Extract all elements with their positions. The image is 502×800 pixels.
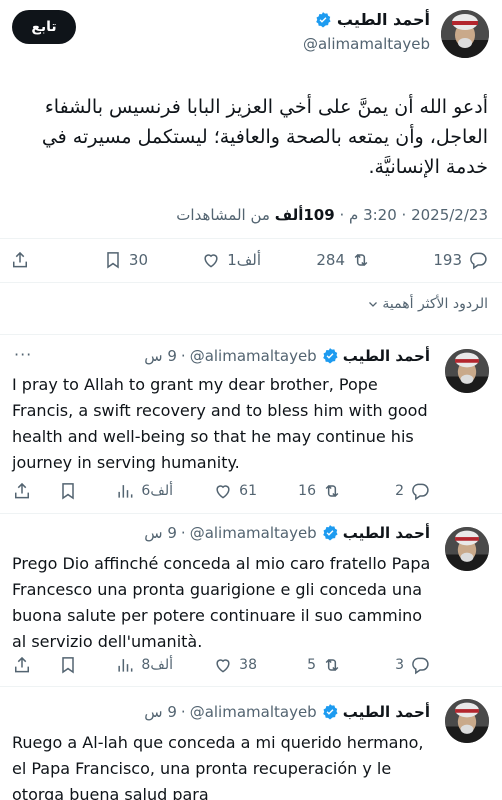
reply-icon	[412, 483, 429, 501]
follow-button[interactable]: تابع	[12, 10, 76, 44]
author-name[interactable]: أحمد الطيب	[337, 10, 430, 29]
reply-header: أحمد الطيب @alimamaltayeb · 9 س	[144, 524, 430, 542]
avatar-image	[445, 349, 489, 393]
verified-badge-icon	[321, 703, 339, 721]
reply-text: I pray to Allah to grant my dear brother…	[12, 375, 428, 472]
author-name[interactable]: أحمد الطيب	[343, 524, 430, 542]
repost-icon	[325, 484, 339, 498]
views-label: من المشاهدات	[176, 206, 270, 224]
author-name[interactable]: أحمد الطيب	[343, 703, 430, 721]
reply-count: 3	[395, 657, 404, 673]
reply-tweet[interactable]: أحمد الطيب @alimamaltayeb · 9 س ··· I pr…	[0, 335, 502, 515]
author-handle[interactable]: @alimamaltayeb	[303, 35, 430, 53]
reply-actions: 2 16 61 6ألف	[0, 480, 502, 502]
like-count: 1ألف	[227, 251, 261, 269]
reply-text: Prego Dio affinché conceda al mio caro f…	[12, 554, 431, 651]
reply-tweet[interactable]: أحمد الطيب @alimamaltayeb · 9 س Prego Di…	[0, 514, 502, 686]
reply-actions: 3 5 38 8ألف	[0, 654, 502, 676]
like-count: 38	[239, 657, 257, 673]
reply-header: أحمد الطيب @alimamaltayeb · 9 س	[144, 703, 430, 721]
reply-tweet[interactable]: أحمد الطيب @alimamaltayeb · 9 س Ruego a …	[0, 687, 502, 800]
views-count: 8ألف	[141, 657, 173, 673]
author-name-line[interactable]: أحمد الطيب	[314, 10, 430, 29]
repost-button[interactable]: 16	[298, 481, 342, 501]
like-count: 61	[239, 483, 257, 499]
author-handle[interactable]: @alimamaltayeb	[190, 347, 317, 365]
views-button[interactable]: 8ألف	[115, 655, 173, 675]
tweet-meta: 2025/2/23 · 3:20 م · 109ألف من المشاهدات	[176, 206, 488, 224]
author-handle[interactable]: @alimamaltayeb	[190, 524, 317, 542]
author-handle[interactable]: @alimamaltayeb	[190, 703, 317, 721]
bookmark-count: 30	[128, 251, 148, 269]
avatar[interactable]	[445, 699, 489, 743]
avatar[interactable]	[445, 527, 489, 571]
reply-icon	[470, 252, 487, 270]
avatar-image	[445, 527, 489, 571]
repost-button[interactable]: 5	[307, 655, 342, 675]
avatar-image	[441, 10, 489, 58]
reply-icon	[412, 657, 429, 675]
share-button[interactable]	[12, 481, 32, 501]
avatar-image	[445, 699, 489, 743]
heart-icon	[204, 254, 218, 268]
share-button[interactable]	[12, 655, 32, 675]
views-chart-icon	[118, 659, 133, 672]
sort-label: الردود الأكثر أهمية	[382, 296, 488, 312]
share-icon	[13, 251, 27, 268]
views-count: 6ألف	[141, 483, 173, 499]
avatar[interactable]	[445, 349, 489, 393]
repost-count: 284	[316, 251, 345, 269]
like-button[interactable]: 1ألف	[201, 250, 261, 270]
share-icon	[15, 656, 29, 673]
main-actions: 193 284 1ألف 30	[0, 248, 502, 272]
more-options-icon[interactable]: ···	[14, 345, 32, 364]
heart-icon	[216, 485, 230, 499]
repost-count: 16	[298, 483, 316, 499]
bookmark-icon	[62, 483, 74, 500]
tweet-date[interactable]: 2025/2/23	[411, 206, 488, 224]
main-tweet-text: أدعو الله أن يمنَّ على أخي العزيز البابا…	[41, 96, 488, 178]
share-icon	[15, 482, 29, 499]
reply-button[interactable]: 193	[433, 250, 488, 270]
repost-icon	[325, 658, 339, 672]
repost-button[interactable]: 284	[316, 250, 371, 270]
verified-badge-icon	[321, 347, 339, 365]
author-name[interactable]: أحمد الطيب	[343, 347, 430, 365]
repost-count: 5	[307, 657, 316, 673]
verified-badge-icon	[314, 11, 332, 29]
sort-replies-dropdown[interactable]: الردود الأكثر أهمية	[367, 296, 488, 312]
share-button[interactable]	[10, 250, 30, 270]
bookmark-button[interactable]: 30	[103, 250, 148, 270]
verified-badge-icon	[321, 524, 339, 542]
reply-text: Ruego a Al-lah que conceda a mi querido …	[12, 733, 424, 800]
chevron-down-icon	[369, 302, 378, 307]
views-button[interactable]: 6ألف	[115, 481, 173, 501]
main-tweet-header: أحمد الطيب @alimamaltayeb تابع	[0, 0, 502, 72]
reply-time[interactable]: 9 س	[144, 524, 177, 542]
bookmark-icon	[62, 657, 74, 674]
repost-icon	[354, 253, 368, 267]
bookmark-button[interactable]	[58, 481, 78, 501]
bookmark-button[interactable]	[58, 655, 78, 675]
like-button[interactable]: 61	[213, 481, 257, 501]
views-count: 109ألف	[274, 206, 335, 224]
reply-time[interactable]: 9 س	[144, 347, 177, 365]
avatar[interactable]	[441, 10, 489, 58]
reply-button[interactable]: 3	[395, 655, 430, 675]
views-chart-icon	[118, 485, 133, 498]
reply-count: 193	[433, 251, 462, 269]
heart-icon	[216, 659, 230, 673]
divider	[0, 238, 502, 239]
divider	[0, 282, 502, 283]
reply-button[interactable]: 2	[395, 481, 430, 501]
reply-header: أحمد الطيب @alimamaltayeb · 9 س	[144, 347, 430, 365]
tweet-time[interactable]: 3:20 م	[349, 206, 397, 224]
reply-time[interactable]: 9 س	[144, 703, 177, 721]
bookmark-icon	[107, 252, 119, 269]
reply-count: 2	[395, 483, 404, 499]
like-button[interactable]: 38	[213, 655, 257, 675]
